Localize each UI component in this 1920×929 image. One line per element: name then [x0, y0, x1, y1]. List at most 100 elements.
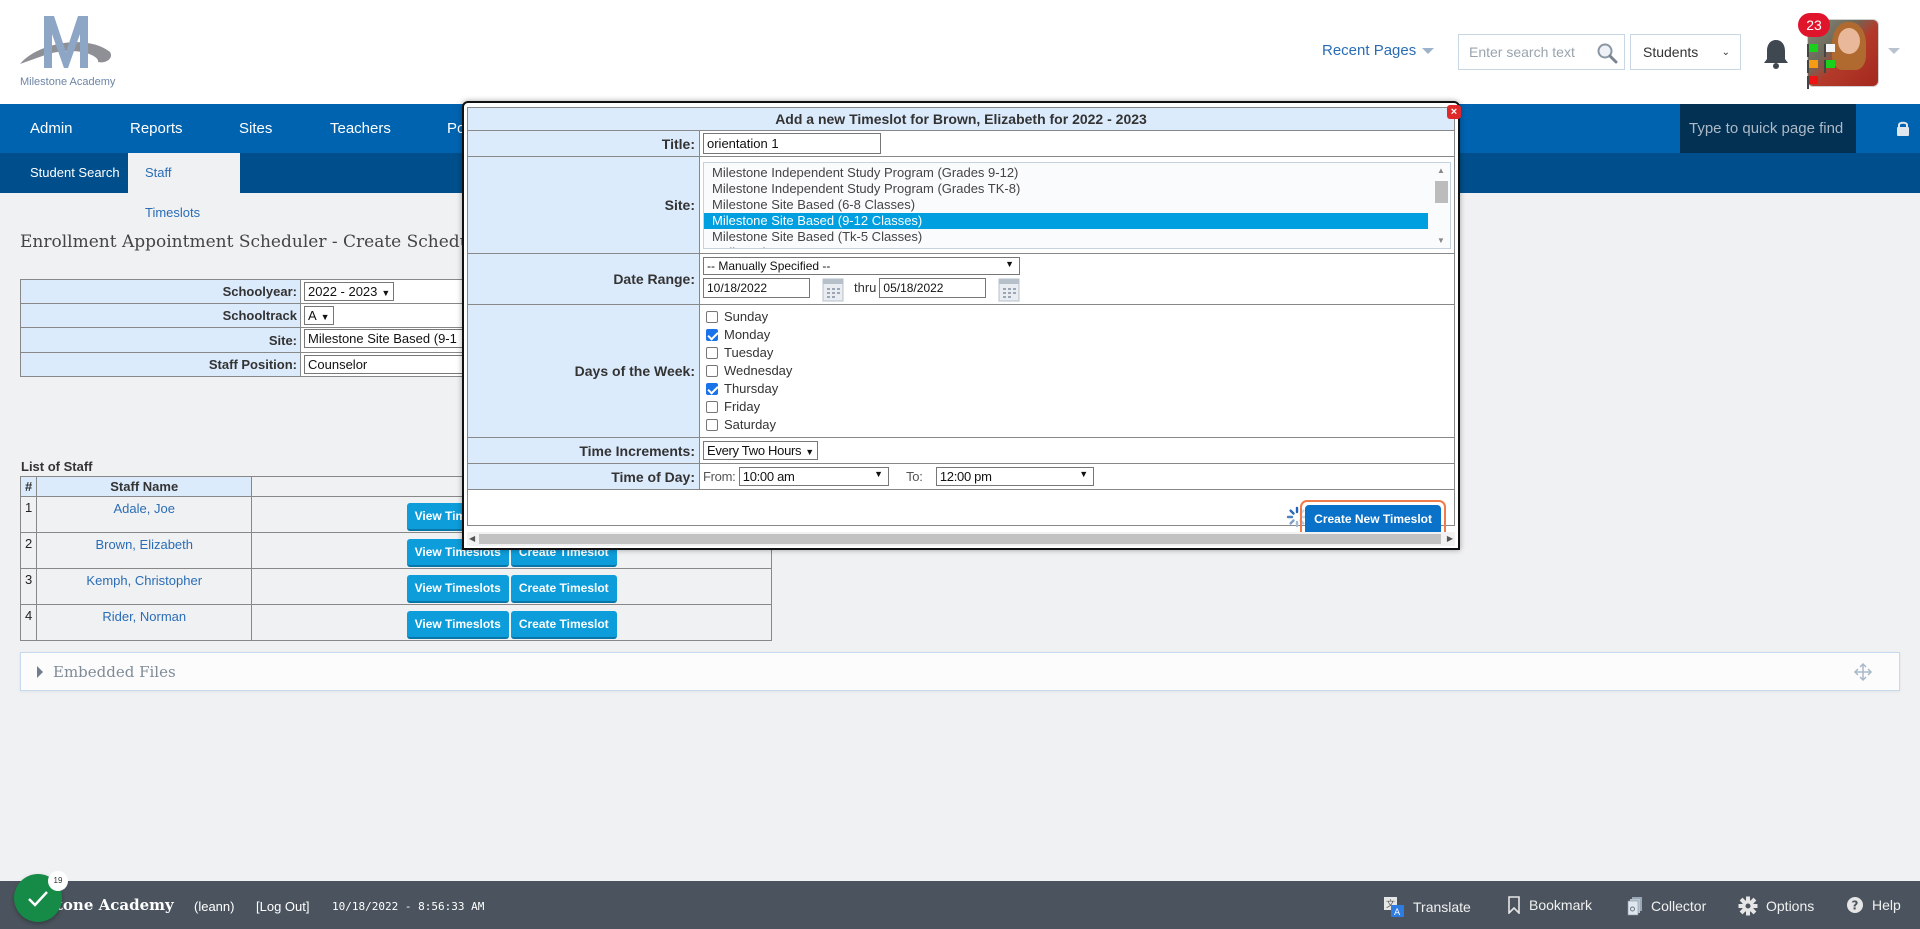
chevron-down-icon: ⌄ [1721, 47, 1730, 58]
day-option-tuesday[interactable]: Tuesday [703, 344, 1451, 362]
collector-icon [1627, 897, 1642, 916]
close-icon[interactable]: × [1447, 105, 1461, 119]
subnav-item-staff-timeslots[interactable]: Staff Timeslots [128, 153, 240, 220]
staff-name-link[interactable]: Brown, Elizabeth [36, 532, 253, 569]
site-option[interactable]: Milestone Independent Study Program (Gra… [704, 165, 1450, 181]
logout-link[interactable]: [Log Out] [256, 899, 309, 914]
staff-name-link[interactable]: Rider, Norman [36, 604, 253, 641]
col-staff-name: Staff Name [36, 476, 253, 497]
staff-position-select[interactable]: Counselor [304, 355, 474, 374]
translate-icon: 文A [1384, 897, 1404, 918]
site-option[interactable]: Milestone Site Based (6-8 Classes) [704, 197, 1450, 213]
to-time-value: 12:00 pm [939, 469, 992, 484]
site-option[interactable]: Milestone Site Based (Tk-5 Classes) [704, 229, 1450, 245]
search-type-select[interactable]: Students ⌄ [1630, 34, 1741, 70]
lock-icon[interactable] [1896, 120, 1910, 136]
site-option[interactable]: Milestone Independent Study Program (Gra… [704, 181, 1450, 197]
gear-icon [1738, 896, 1758, 916]
collector-button[interactable]: Collector [1627, 896, 1706, 916]
date-range-value: -- Manually Specified -- [707, 258, 831, 273]
bookmark-icon [1508, 896, 1520, 914]
help-button[interactable]: ? Help [1846, 896, 1901, 914]
subnav-item-student-search[interactable]: Student Search [13, 153, 137, 193]
scroll-down-icon[interactable]: ▼ [1437, 236, 1445, 245]
bookmark-button[interactable]: Bookmark [1507, 896, 1592, 914]
bell-icon[interactable] [1762, 38, 1790, 70]
day-label: Wednesday [724, 363, 793, 378]
chevron-down-icon: ▼ [320, 312, 330, 322]
scroll-left-icon[interactable]: ◀ [469, 532, 475, 546]
translate-button[interactable]: 文A Translate [1383, 896, 1471, 918]
staff-position-cell: Counselor [300, 352, 480, 377]
day-option-sunday[interactable]: Sunday [703, 308, 1451, 326]
date-from-input[interactable] [703, 277, 810, 298]
nav-item-teachers[interactable]: Teachers [330, 120, 391, 137]
move-icon[interactable] [1853, 662, 1873, 682]
schooltrack-value: A [308, 308, 317, 323]
calendar-icon[interactable] [998, 276, 1020, 302]
row-number: 2 [19, 532, 38, 569]
checkbox[interactable] [706, 311, 718, 323]
nav-item-admin[interactable]: Admin [30, 120, 73, 137]
recent-pages-menu[interactable]: Recent Pages [1322, 42, 1435, 59]
checkbox-checked[interactable] [706, 383, 718, 395]
global-search [1458, 34, 1625, 70]
embedded-files-panel[interactable]: Embedded Files [20, 652, 1900, 691]
thru-label: thru [854, 279, 877, 295]
day-option-wednesday[interactable]: Wednesday [703, 362, 1451, 380]
staff-name-link[interactable]: Kemph, Christopher [36, 568, 253, 605]
create-new-timeslot-button[interactable]: Create New Timeslot [1305, 505, 1441, 535]
search-icon[interactable] [1596, 42, 1618, 64]
table-row: 3 Kemph, Christopher View Timeslots Creat… [19, 568, 772, 605]
date-range-select[interactable]: -- Manually Specified -- ▼ [703, 256, 1020, 275]
scroll-up-icon[interactable]: ▲ [1437, 166, 1445, 175]
date-to-input[interactable] [879, 277, 987, 298]
to-label: To: [906, 469, 923, 484]
caret-down-icon[interactable] [1888, 48, 1900, 54]
schoolyear-select[interactable]: 2022 - 2023 ▼ [304, 282, 395, 301]
site-listbox[interactable]: Milestone Independent Study Program (Gra… [703, 161, 1451, 249]
calendar-icon[interactable] [822, 276, 844, 302]
scheduler-filters: Schoolyear: 2022 - 2023 ▼ Schooltrack A ▼ … [20, 279, 480, 377]
create-timeslot-button[interactable]: Create Timeslot [510, 575, 617, 603]
quick-find-input[interactable] [1680, 104, 1856, 153]
title-input[interactable] [703, 133, 881, 154]
checkbox[interactable] [706, 347, 718, 359]
options-button[interactable]: Options [1738, 896, 1814, 916]
day-option-saturday[interactable]: Saturday [703, 416, 1451, 434]
page-title: Enrollment Appointment Scheduler - Creat… [20, 232, 471, 252]
increments-select[interactable]: Every Two Hours ▼ [703, 441, 818, 460]
site-list-scrollbar[interactable]: ▲ ▼ [1433, 162, 1450, 248]
to-time-select[interactable]: 12:00 pm ▼ [935, 467, 1094, 486]
scroll-right-icon[interactable]: ▶ [1447, 532, 1453, 546]
schooltrack-select[interactable]: A ▼ [304, 306, 334, 325]
search-input[interactable] [1459, 35, 1589, 69]
checkbox[interactable] [706, 419, 718, 431]
day-label: Thursday [724, 381, 779, 396]
day-label: Sunday [724, 309, 769, 324]
from-time-select[interactable]: 10:00 am ▼ [738, 467, 889, 486]
chevron-down-icon: ▼ [874, 469, 883, 479]
checkbox[interactable] [706, 401, 718, 413]
day-option-monday[interactable]: Monday [703, 326, 1451, 344]
day-option-thursday[interactable]: Thursday [703, 380, 1451, 398]
flag-icon [1807, 44, 1818, 57]
site-option-selected[interactable]: Milestone Site Based (9-12 Classes) [704, 212, 1428, 229]
footer-brand: tone Academy [56, 896, 174, 914]
site-select[interactable]: Milestone Site Based (9-1 [304, 329, 474, 348]
nav-item-reports[interactable]: Reports [130, 120, 183, 137]
staff-name-link[interactable]: Adale, Joe [36, 496, 253, 533]
translate-label: Translate [1413, 899, 1471, 915]
view-timeslots-button[interactable]: View Timeslots [406, 611, 509, 639]
site-option[interactable]: Online Classes [704, 245, 1450, 248]
dialog-horizontal-scrollbar[interactable]: ◀ ▶ [467, 532, 1455, 546]
view-timeslots-button[interactable]: View Timeslots [406, 575, 509, 603]
day-label: Saturday [724, 417, 777, 432]
nav-item-sites[interactable]: Sites [239, 120, 272, 137]
create-timeslot-button[interactable]: Create Timeslot [510, 611, 617, 639]
checkbox[interactable] [706, 365, 718, 377]
checkbox-checked[interactable] [706, 329, 718, 341]
scrollbar-thumb[interactable] [479, 534, 1441, 544]
day-option-friday[interactable]: Friday [703, 398, 1451, 416]
scrollbar-thumb[interactable] [1435, 180, 1448, 203]
